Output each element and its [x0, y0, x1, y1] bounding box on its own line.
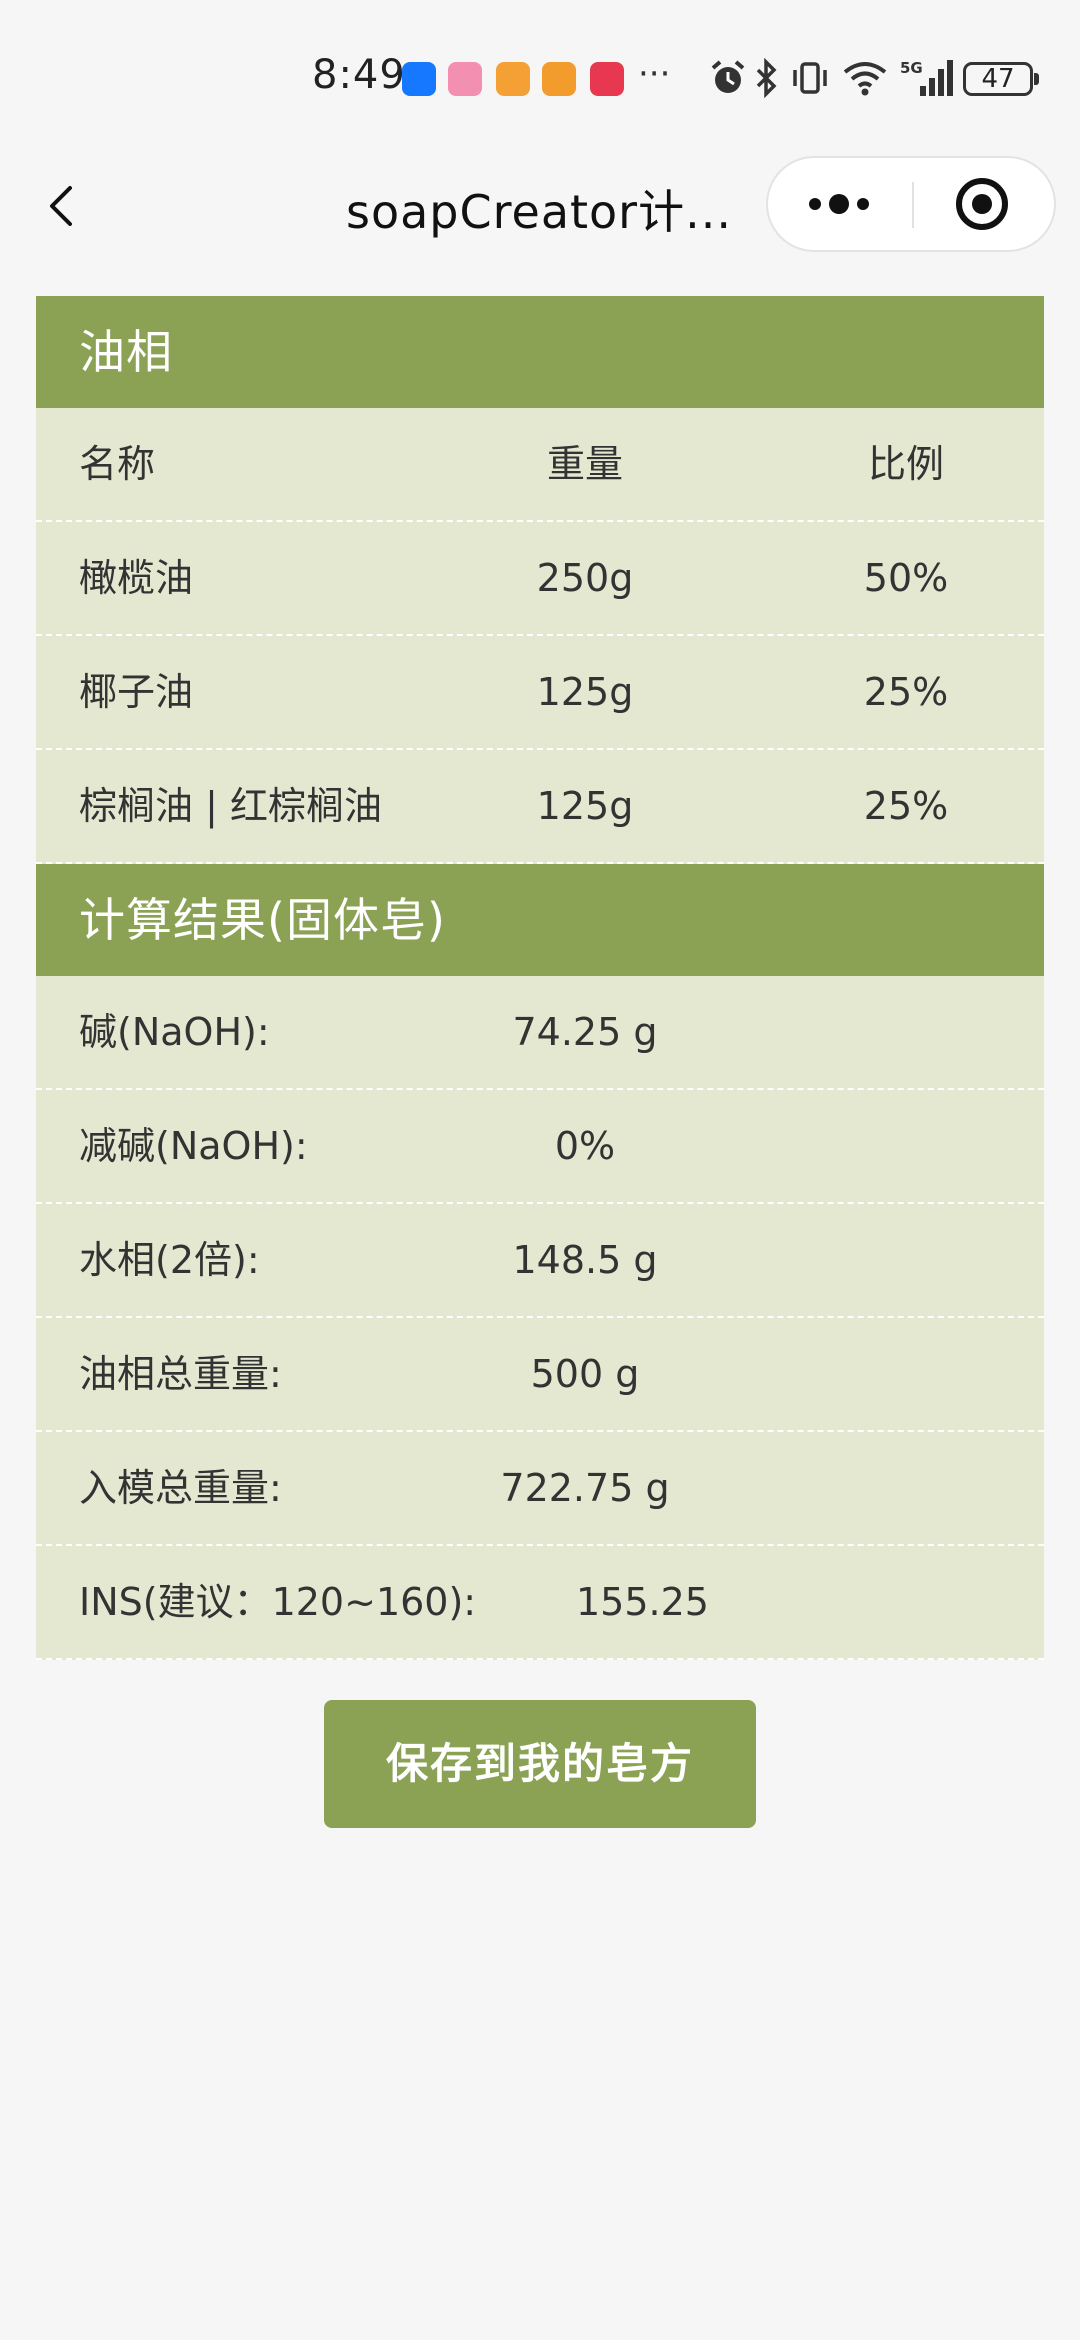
ins-value: 155.25	[576, 1580, 709, 1624]
oil-ratio: 25%	[863, 670, 949, 714]
oil-name: 棕榈油 | 红棕榈油	[79, 784, 382, 828]
result-value: 722.75 g	[500, 1466, 670, 1510]
5g-signal-icon: 5G	[900, 59, 953, 96]
status-time: 8:49	[312, 52, 406, 98]
oil-name: 椰子油	[79, 670, 194, 714]
result-value: 0%	[554, 1124, 616, 1168]
more-dots-icon	[809, 194, 869, 214]
more-options-button[interactable]	[768, 158, 912, 250]
result-label: 水相(2倍):	[79, 1238, 260, 1282]
result-row: 减碱(NaOH): 0%	[36, 1090, 1044, 1204]
result-row: 碱(NaOH): 74.25 g	[36, 976, 1044, 1090]
close-mini-program-button[interactable]	[914, 158, 1054, 250]
result-label: 碱(NaOH):	[79, 1010, 270, 1054]
table-row: 棕榈油 | 红棕榈油 125g 25%	[36, 750, 1044, 864]
header-ratio: 比例	[867, 442, 944, 486]
result-label: 减碱(NaOH):	[79, 1124, 308, 1168]
result-value: 148.5 g	[512, 1238, 658, 1282]
mini-program-capsule	[766, 156, 1056, 252]
oil-phase-table: 油相 名称 重量 比例 橄榄油 250g 50% 椰子油 125g 25% 棕榈…	[36, 296, 1044, 1660]
alipay-icon	[402, 62, 436, 96]
header-name: 名称	[79, 442, 156, 486]
battery-indicator: 47	[963, 62, 1039, 96]
oil-weight: 250g	[536, 556, 634, 600]
ins-row: INS(建议：120~160): 155.25	[36, 1546, 1044, 1660]
oil-weight: 125g	[536, 784, 634, 828]
chat-app-icon	[496, 62, 530, 96]
result-row: 水相(2倍): 148.5 g	[36, 1204, 1044, 1318]
table-row: 橄榄油 250g 50%	[36, 522, 1044, 636]
oil-ratio: 25%	[863, 784, 949, 828]
back-button[interactable]	[36, 178, 92, 234]
page-title: soapCreator计...	[346, 185, 732, 239]
health-app-icon	[542, 62, 576, 96]
oil-weight: 125g	[536, 670, 634, 714]
target-circle-icon	[956, 178, 1008, 230]
result-row: 油相总重量: 500 g	[36, 1318, 1044, 1432]
bluetooth-icon	[756, 58, 777, 98]
oil-table-header-row: 名称 重量 比例	[36, 408, 1044, 522]
vibrate-icon	[793, 62, 827, 94]
oil-name: 橄榄油	[79, 556, 194, 600]
more-notifications-indicator: ···	[638, 54, 671, 94]
wifi-icon	[843, 62, 887, 96]
save-to-my-recipes-button[interactable]: 保存到我的皂方	[324, 1700, 756, 1828]
bilibili-icon	[448, 62, 482, 96]
result-value: 500 g	[530, 1352, 640, 1396]
alarm-icon	[711, 60, 745, 93]
ins-label: INS(建议：120~160):	[79, 1580, 477, 1624]
results-title: 计算结果(固体皂)	[36, 864, 1044, 976]
result-row: 入模总重量: 722.75 g	[36, 1432, 1044, 1546]
result-label: 油相总重量:	[79, 1352, 282, 1396]
chevron-left-icon	[50, 186, 72, 226]
result-label: 入模总重量:	[79, 1466, 282, 1510]
oil-phase-title: 油相	[36, 296, 1044, 408]
oil-ratio: 50%	[863, 556, 949, 600]
table-row: 椰子油 125g 25%	[36, 636, 1044, 750]
header-weight: 重量	[546, 442, 623, 486]
mail-app-icon	[590, 62, 624, 96]
result-value: 74.25 g	[512, 1010, 658, 1054]
nav-bar: soapCreator计...	[0, 150, 1080, 260]
svg-text:5G: 5G	[900, 59, 923, 77]
status-bar: 8:49 ··· 5G 47	[0, 0, 1080, 150]
